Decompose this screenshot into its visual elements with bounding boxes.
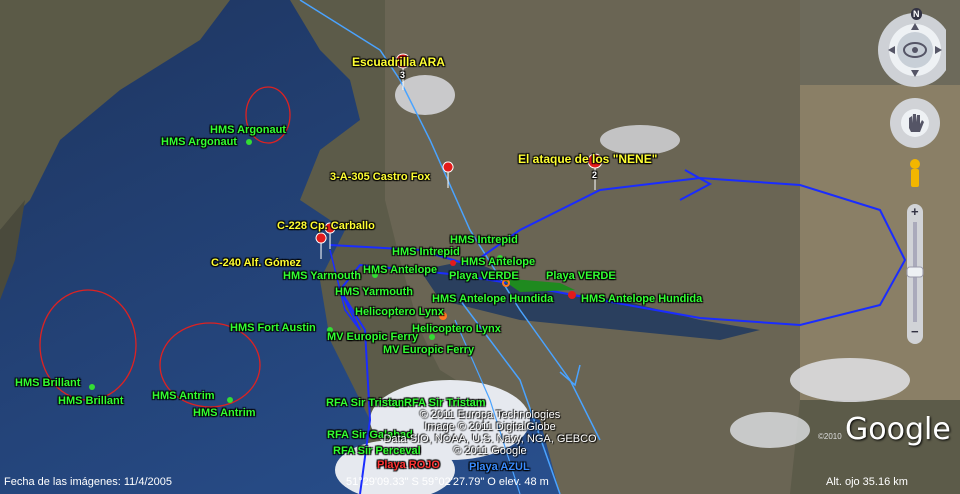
label-antelope-1[interactable]: HMS Antelope (461, 256, 535, 268)
zoom-slider (906, 204, 924, 344)
navigation-controls[interactable] (876, 6, 946, 356)
label-escuadrilla[interactable]: Escuadrilla ARA (352, 56, 445, 68)
label-tristam-1[interactable]: RFA Sir Tristam (326, 397, 408, 409)
label-yarmouth-1[interactable]: HMS Yarmouth (283, 270, 361, 282)
label-carballo[interactable]: C-228 Cp. Carballo (277, 220, 375, 232)
status-bar: Fecha de las imágenes: 11/4/2005 51°29'0… (0, 470, 960, 494)
label-gomez[interactable]: C-240 Alf. Gómez (211, 257, 301, 269)
copyright-line-4: © 2011 Google (453, 445, 527, 457)
imagery-copyright: © 2011 Europa Technologies Image © 2011 … (360, 409, 620, 457)
eye-altitude: Alt. ojo 35.16 km (826, 476, 908, 488)
zoom-out-button[interactable]: − (911, 325, 919, 338)
label-tristam-2[interactable]: RFA Sir Tristam (404, 397, 486, 409)
label-ataque[interactable]: El ataque de los "NENE" (518, 153, 657, 165)
cursor-coordinates: 51°29'09.33" S 59°02'27.79" O elev. 48 m (346, 476, 549, 488)
street-view-pegman-icon (910, 159, 920, 187)
label-intrepid-2[interactable]: HMS Intrepid (392, 246, 460, 258)
label-argonaut-1[interactable]: HMS Argonaut (210, 124, 286, 136)
imagery-date: Fecha de las imágenes: 11/4/2005 (4, 476, 172, 488)
label-antelope-2[interactable]: HMS Antelope (363, 264, 437, 276)
label-castro-fox[interactable]: 3-A-305 Castro Fox (330, 171, 430, 183)
copyright-line-3: Data SIO, NOAA, U.S. Navy, NGA, GEBCO (383, 433, 597, 445)
label-brilliant-2[interactable]: HMS Brillant (58, 395, 123, 407)
label-yarmouth-2[interactable]: HMS Yarmouth (335, 286, 413, 298)
logo-year: ©2010 (818, 432, 842, 441)
map-view[interactable]: Escuadrilla ARA El ataque de los "NENE" … (0, 0, 960, 494)
move-control (890, 98, 940, 148)
label-playa-verde-2[interactable]: Playa VERDE (546, 270, 616, 282)
google-logo: Google (845, 412, 951, 447)
marker-2-number: 2 (592, 170, 598, 180)
label-intrepid-1[interactable]: HMS Intrepid (450, 234, 518, 246)
label-europic-2[interactable]: MV Europic Ferry (383, 344, 474, 356)
label-antrim-1[interactable]: HMS Antrim (152, 390, 215, 402)
zoom-in-button[interactable]: + (911, 205, 919, 218)
label-fort-austin[interactable]: HMS Fort Austin (230, 322, 316, 334)
compass-north-label: N (911, 8, 922, 20)
label-brilliant-1[interactable]: HMS Brillant (15, 377, 80, 389)
label-argonaut-2[interactable]: HMS Argonaut (161, 136, 237, 148)
label-lynx-2[interactable]: Helicoptero Lynx (412, 323, 501, 335)
label-lynx-1[interactable]: Helicoptero Lynx (355, 306, 444, 318)
look-around-control (878, 13, 946, 87)
label-europic-1[interactable]: MV Europic Ferry (327, 331, 418, 343)
label-antelope-hundida-1[interactable]: HMS Antelope Hundida (432, 293, 553, 305)
copyright-line-1: © 2011 Europa Technologies (419, 409, 561, 421)
label-playa-verde-1[interactable]: Playa VERDE (449, 270, 519, 282)
label-antrim-2[interactable]: HMS Antrim (193, 407, 256, 419)
label-antelope-hundida-2[interactable]: HMS Antelope Hundida (581, 293, 702, 305)
copyright-line-2: Image © 2011 DigitalGlobe (424, 421, 556, 433)
marker-3-number: 3 (400, 70, 406, 80)
